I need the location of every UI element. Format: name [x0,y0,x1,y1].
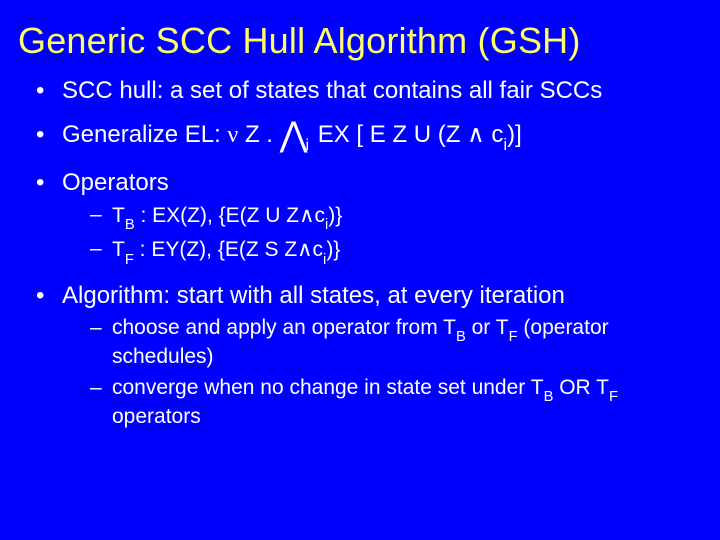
bullet-scc-hull: SCC hull: a set of states that contains … [36,76,702,106]
text: EX [ E Z U (Z [311,121,467,148]
text: converge when no change in state set und… [112,376,544,399]
text: )] [507,121,522,148]
text: c [315,204,326,227]
subscript-f: F [509,329,518,345]
and-symbol: ∧ [299,203,314,227]
subscript-i: i [306,137,310,154]
bullet-text: Operators [62,169,169,196]
bullet-algorithm: Algorithm: start with all states, at eve… [36,281,702,431]
subscript-i: i [325,217,328,233]
text: T [112,238,125,261]
subscript-i: i [323,252,326,268]
bullet-list: SCC hull: a set of states that contains … [18,76,702,431]
text: operators [112,405,201,428]
text: : EY(Z), {E(Z S Z [134,238,297,261]
text: : EX(Z), {E(Z U Z [135,204,300,227]
bullet-operators: Operators TB : EX(Z), {E(Z U Z∧ci)} TF :… [36,168,702,267]
subscript-i: i [503,135,507,154]
sub-tb: TB : EX(Z), {E(Z U Z∧ci)} [90,202,702,233]
subscript-b: B [125,217,135,233]
sub-choose: choose and apply an operator from TB or … [90,315,702,371]
text: Generalize EL: [62,121,227,148]
text: OR T [553,376,609,399]
text: choose and apply an operator from T [112,316,456,339]
bullet-text: SCC hull: a set of states that contains … [62,77,602,104]
subscript-b: B [544,389,554,405]
big-and-icon: ⋀ [280,116,308,154]
and-symbol: ∧ [297,237,312,261]
slide: Generic SCC Hull Algorithm (GSH) SCC hul… [0,0,720,540]
bullet-text: Algorithm: start with all states, at eve… [62,282,565,309]
and-symbol: ∧ [467,122,485,148]
sub-converge: converge when no change in state set und… [90,375,702,431]
text: c [485,121,504,148]
nu-symbol: ν [227,122,238,148]
sub-list: choose and apply an operator from TB or … [62,315,702,431]
sub-tf: TF : EY(Z), {E(Z S Z∧ci)} [90,236,702,267]
subscript-b: B [456,329,466,345]
text: Z . [238,121,279,148]
text: )} [326,238,340,261]
bullet-generalize-el: Generalize EL: ν Z . ⋀i EX [ E Z U (Z ∧ … [36,120,702,154]
text: T [112,204,125,227]
subscript-f: F [609,389,618,405]
text: c [313,238,324,261]
subscript-f: F [125,252,134,268]
sub-list: TB : EX(Z), {E(Z U Z∧ci)} TF : EY(Z), {E… [62,202,702,267]
slide-title: Generic SCC Hull Algorithm (GSH) [18,20,702,62]
text: )} [328,204,342,227]
text: or T [466,316,509,339]
